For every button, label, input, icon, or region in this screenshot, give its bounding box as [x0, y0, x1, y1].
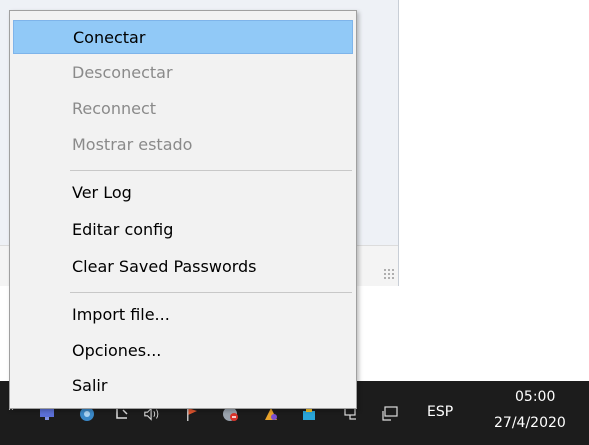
- menu-separator: [70, 170, 352, 171]
- screen: ) ˄ ESP: [0, 0, 589, 445]
- clock-time[interactable]: 05:00: [515, 389, 555, 405]
- menu-item-salir[interactable]: Salir: [13, 369, 353, 403]
- tray-context-menu: Conectar Desconectar Reconnect Mostrar e…: [9, 10, 357, 409]
- menu-item-opciones[interactable]: Opciones...: [13, 334, 353, 368]
- language-indicator[interactable]: ESP: [427, 404, 453, 420]
- menu-item-desconectar[interactable]: Desconectar: [13, 56, 353, 90]
- menu-item-reconnect[interactable]: Reconnect: [13, 92, 353, 126]
- resize-grip-icon[interactable]: [383, 268, 395, 280]
- menu-item-conectar[interactable]: Conectar: [13, 20, 353, 54]
- menu-item-import-file[interactable]: Import file...: [13, 298, 353, 332]
- display-icon[interactable]: [381, 405, 399, 423]
- menu-item-mostrar-estado[interactable]: Mostrar estado: [13, 128, 353, 162]
- menu-item-ver-log[interactable]: Ver Log: [13, 176, 353, 210]
- menu-item-editar-config[interactable]: Editar config: [13, 213, 353, 247]
- menu-item-clear-saved-passwords[interactable]: Clear Saved Passwords: [13, 250, 353, 284]
- clock-date[interactable]: 27/4/2020: [494, 415, 566, 431]
- menu-separator: [70, 292, 352, 293]
